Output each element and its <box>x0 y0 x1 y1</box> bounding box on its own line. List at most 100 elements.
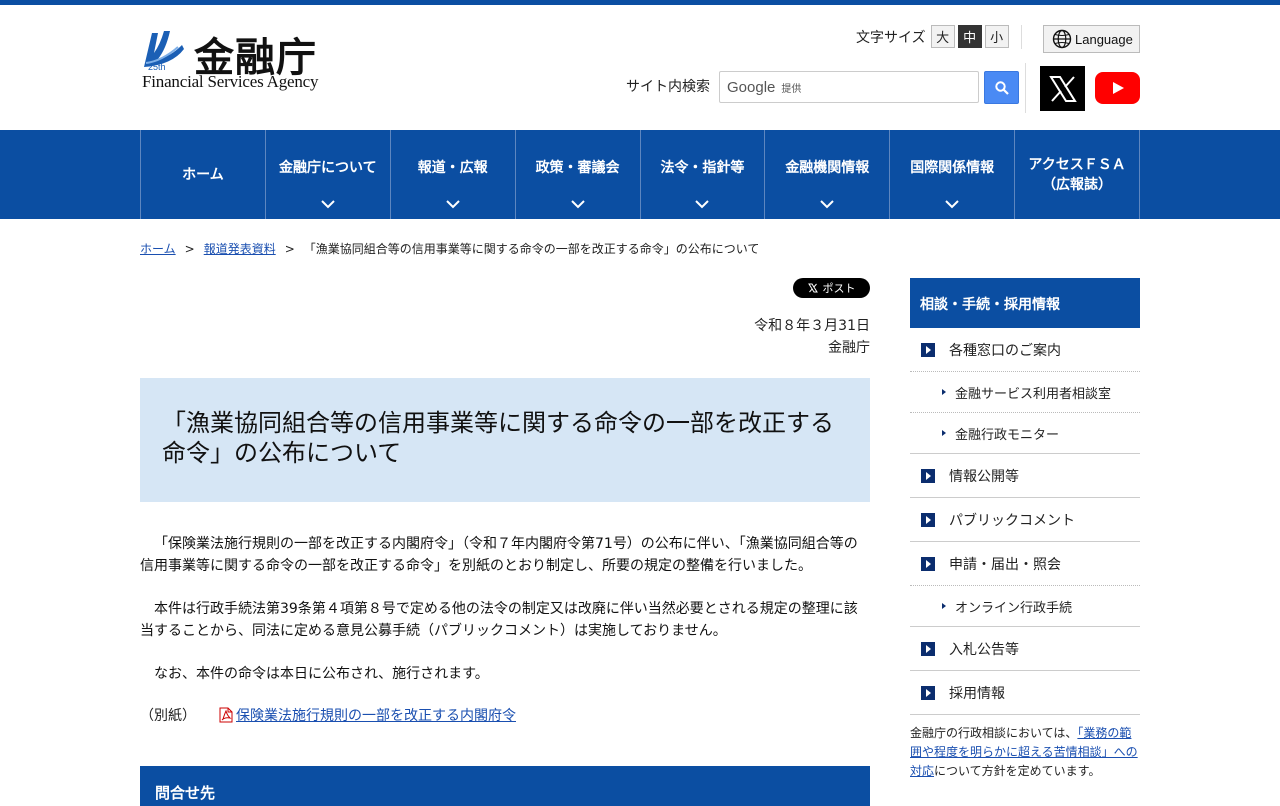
arrow-square-icon <box>921 342 935 357</box>
x-logo-icon <box>807 283 818 293</box>
nav-item-laws[interactable]: 法令・指針等 <box>641 130 766 219</box>
post-label: ポスト <box>822 282 856 295</box>
sidebar-item-madoguchi[interactable]: 各種窓口のご案内 <box>910 328 1140 372</box>
sidebar-subitem-label: 金融サービス利用者相談室 <box>955 386 1112 402</box>
breadcrumb-press-link[interactable]: 報道発表資料 <box>204 242 276 256</box>
breadcrumb: ホーム > 報道発表資料 > 「漁業協同組合等の信用事業等に関する命令の一部を改正する命… <box>140 240 759 257</box>
language-button[interactable]: Language <box>1043 25 1140 53</box>
sidebar-item-pubcom[interactable]: パブリックコメント <box>910 498 1140 542</box>
sidebar-item-saiyo[interactable]: 採用情報 <box>910 671 1140 715</box>
nav-item-press[interactable]: 報道・広報 <box>391 130 516 219</box>
font-size-small-button[interactable]: 小 <box>984 25 1009 48</box>
publish-date: 令和８年３月31日 <box>754 318 870 334</box>
sidebar-item-nyusatsu[interactable]: 入札公告等 <box>910 627 1140 671</box>
youtube-play-icon <box>1112 82 1124 94</box>
contact-heading-label: 問合せ先 <box>155 784 216 802</box>
sidebar-subitem-label: 金融行政モニター <box>955 427 1060 443</box>
triangle-bullet-icon <box>942 603 946 609</box>
arrow-square-icon <box>921 468 935 483</box>
article-body: 「保険業法施行規則の一部を改正する内閣府令」（令和７年内閣府令第71号）の公布に… <box>140 533 870 706</box>
x-post-button[interactable]: ポスト <box>793 278 870 298</box>
font-size-switcher: 文字サイズ 大 中 小 <box>856 25 1012 48</box>
page-title-box: 「漁業協同組合等の信用事業等に関する命令の一部を改正する命令」の公布について <box>140 378 870 502</box>
site-search-label: サイト内検索 <box>626 79 710 95</box>
chevron-down-icon <box>820 200 835 209</box>
x-twitter-button[interactable] <box>1040 66 1085 111</box>
chevron-down-icon <box>945 200 959 209</box>
sidebar-subitem-monitor[interactable]: 金融行政モニター <box>910 413 1140 454</box>
triangle-bullet-icon <box>942 389 946 395</box>
sidebar-item-label: 各種窓口のご案内 <box>949 342 1061 359</box>
sidebar-note: 金融庁の行政相談においては、「業務の範囲や程度を明らかに超える苦情相談」への対応… <box>910 724 1140 781</box>
page-title: 「漁業協同組合等の信用事業等に関する命令の一部を改正する命令」の公布について <box>162 409 834 467</box>
google-brand: Google <box>727 78 776 96</box>
sidebar: 相談・手続・採用情報 各種窓口のご案内 金融サービス利用者相談室 金融行政モニタ… <box>910 278 1140 781</box>
pdf-icon <box>219 707 233 723</box>
nav-label: 政策・審議会 <box>535 159 620 176</box>
font-size-label: 文字サイズ <box>856 29 926 46</box>
sidebar-subitem-online[interactable]: オンライン行政手続 <box>910 586 1140 627</box>
nav-label: 報道・広報 <box>417 159 488 176</box>
sidebar-item-joho[interactable]: 情報公開等 <box>910 454 1140 498</box>
chevron-down-icon <box>695 200 710 209</box>
x-logo-icon <box>1048 75 1077 102</box>
sidebar-note-pre: 金融庁の行政相談においては、 <box>910 726 1078 740</box>
youtube-button[interactable] <box>1095 72 1140 104</box>
sidebar-item-label: 情報公開等 <box>949 468 1019 485</box>
site-search-input[interactable]: Google 提供 <box>719 71 979 103</box>
attachment-link[interactable]: 保険業法施行規則の一部を改正する内閣府令 <box>236 705 516 725</box>
chevron-down-icon <box>321 200 335 209</box>
sidebar-item-label: 申請・届出・照会 <box>949 556 1061 573</box>
attachment-row: （別紙） 保険業法施行規則の一部を改正する内閣府令 <box>140 705 516 725</box>
sidebar-item-shinsei[interactable]: 申請・届出・照会 <box>910 542 1140 586</box>
arrow-square-icon <box>921 685 935 700</box>
nav-label: 金融機関情報 <box>785 159 870 176</box>
body-paragraph: 本件は行政手続法第39条第４項第８号で定める他の法令の制定又は改廃に伴い当然必要… <box>140 601 858 639</box>
nav-item-access-fsa[interactable]: アクセスＦＳＡ （広報誌） <box>1015 130 1140 219</box>
nav-label-sub: （広報誌） <box>1042 176 1113 193</box>
fsa-25th-emblem-icon: 25th <box>142 27 186 71</box>
breadcrumb-separator: > <box>184 242 195 256</box>
arrow-square-icon <box>921 556 935 571</box>
attachment-label: （別紙） <box>140 708 196 724</box>
breadcrumb-home-link[interactable]: ホーム <box>140 242 176 256</box>
svg-text:25th: 25th <box>148 62 166 71</box>
font-size-medium-button[interactable]: 中 <box>957 25 982 48</box>
sidebar-item-label: パブリックコメント <box>949 512 1075 529</box>
search-icon <box>994 80 1009 95</box>
logo-english: Financial Services Agency <box>142 72 319 91</box>
global-nav: ホーム 金融庁について 報道・広報 政策・審議会 法令・指針等 金融機関情報 国… <box>0 130 1280 219</box>
nav-item-institutions[interactable]: 金融機関情報 <box>765 130 891 219</box>
publish-info: 令和８年３月31日 金融庁 <box>754 315 870 359</box>
nav-item-policy[interactable]: 政策・審議会 <box>516 130 641 219</box>
nav-item-about[interactable]: 金融庁について <box>266 130 391 219</box>
publisher: 金融庁 <box>828 340 870 356</box>
triangle-bullet-icon <box>942 430 946 436</box>
contact-heading: 問合せ先 <box>140 766 870 806</box>
language-label: Language <box>1075 31 1133 47</box>
nav-item-international[interactable]: 国際関係情報 <box>890 130 1016 219</box>
globe-icon <box>1052 29 1072 49</box>
nav-label: 法令・指針等 <box>660 159 745 176</box>
sidebar-item-label: 入札公告等 <box>949 641 1019 658</box>
body-paragraph: 「保険業法施行規則の一部を改正する内閣府令」（令和７年内閣府令第71号）の公布に… <box>140 536 858 574</box>
site-header: 25th 金融庁 Financial Services Agency 文字サイズ… <box>0 5 1280 130</box>
fsa-logo[interactable]: 25th 金融庁 Financial Services Agency <box>142 27 334 95</box>
search-button[interactable] <box>984 71 1019 104</box>
nav-label: 金融庁について <box>279 159 377 176</box>
chevron-down-icon <box>445 200 460 209</box>
breadcrumb-separator: > <box>284 242 295 256</box>
arrow-square-icon <box>921 641 935 656</box>
sidebar-subitem-riyousha[interactable]: 金融サービス利用者相談室 <box>910 372 1140 413</box>
sidebar-note-post: について方針を定めています。 <box>934 764 1101 778</box>
nav-label: 国際関係情報 <box>910 159 995 176</box>
sidebar-item-label: 採用情報 <box>949 685 1005 702</box>
sidebar-heading: 相談・手続・採用情報 <box>910 278 1140 328</box>
chevron-down-icon <box>570 200 585 209</box>
sidebar-subitem-label: オンライン行政手続 <box>955 600 1073 616</box>
nav-label: ホーム <box>182 166 224 183</box>
font-size-large-button[interactable]: 大 <box>930 25 955 48</box>
nav-label: アクセスＦＳＡ <box>1028 156 1126 173</box>
nav-item-home[interactable]: ホーム <box>141 130 266 219</box>
google-provided-label: 提供 <box>781 83 802 95</box>
